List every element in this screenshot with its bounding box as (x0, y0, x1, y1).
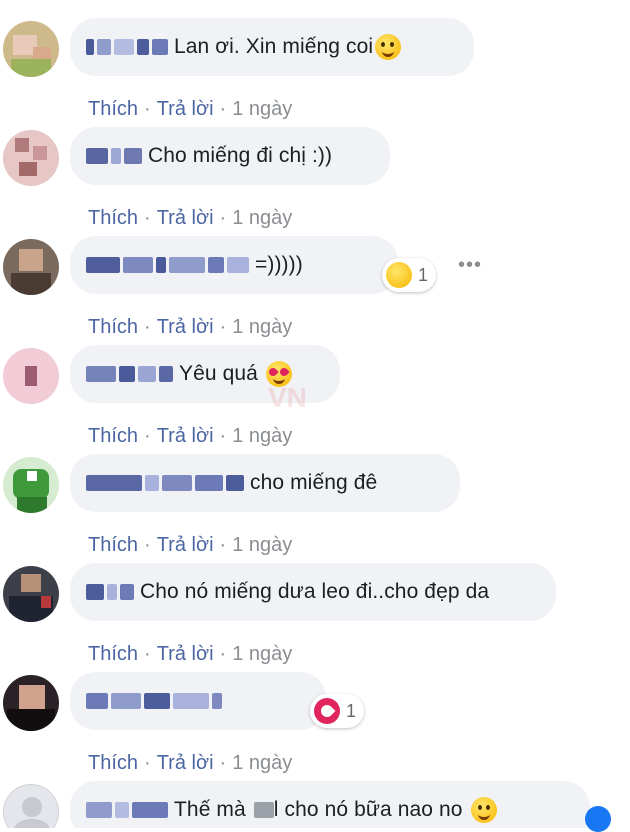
comment-text: Thế mà (174, 798, 246, 821)
comment-text: Cho miếng đi chị :)) (148, 144, 333, 167)
comment-bubble: Lan ơi. Xin miếng coi (70, 18, 474, 76)
comment-actions: Thích · Trả lời · 1 ngày (88, 643, 293, 665)
like-link[interactable]: Thích (88, 752, 138, 774)
comment-bubble (70, 672, 326, 730)
haha-reaction-icon (386, 262, 412, 288)
avatar[interactable] (3, 675, 59, 731)
comment-text: cho miếng đê (250, 471, 378, 494)
avatar[interactable] (3, 784, 59, 828)
watermark-logo: VN (268, 382, 307, 413)
like-link[interactable]: Thích (88, 207, 138, 229)
reply-link[interactable]: Trả lời (157, 425, 214, 447)
comment-2: Cho miếng đi chị :)) Thích · Trả lời · 1 ngà… (0, 127, 630, 236)
avatar[interactable] (3, 21, 59, 77)
reaction-badge[interactable]: 1 (382, 258, 437, 292)
avatar[interactable] (3, 457, 59, 513)
comment-actions: Thích · Trả lời · 1 ngày (88, 316, 293, 338)
avatar[interactable] (3, 566, 59, 622)
avatar[interactable] (3, 239, 59, 295)
comment-text-continued: l cho nó bữa nao no (273, 798, 463, 821)
comment-1: Lan ơi. Xin miếng coi Thích · Trả lời · 1 ng… (0, 18, 630, 127)
comment-bubble: Thế mà l cho nó bữa nao no (70, 781, 590, 828)
more-options-icon[interactable]: ••• (458, 254, 482, 277)
like-link[interactable]: Thích (88, 534, 138, 556)
reply-link[interactable]: Trả lời (157, 643, 214, 665)
comment-actions: Thích · Trả lời · 1 ngày (88, 534, 293, 556)
like-link[interactable]: Thích (88, 98, 138, 120)
like-badge-icon (585, 806, 611, 832)
comment-actions: Thích · Trả lời · 1 ngày (88, 207, 293, 229)
like-link[interactable]: Thích (88, 643, 138, 665)
comment-bubble: =))))) (70, 236, 398, 294)
comment-time[interactable]: 1 ngày (232, 534, 292, 556)
reply-link[interactable]: Trả lời (157, 98, 214, 120)
reply-link[interactable]: Trả lời (157, 207, 214, 229)
comment-time[interactable]: 1 ngày (232, 98, 292, 120)
comment-time[interactable]: 1 ngày (232, 752, 292, 774)
smile-emoji (470, 797, 497, 823)
comment-time[interactable]: 1 ngày (232, 643, 292, 665)
reply-link[interactable]: Trả lời (157, 534, 214, 556)
comment-bubble: Cho miếng đi chị :)) (70, 127, 390, 185)
comment-text: Yêu quá (179, 362, 258, 385)
comment-actions: Thích · Trả lời · 1 ngày (88, 98, 293, 120)
love-reaction-icon (314, 698, 340, 724)
reaction-count: 1 (346, 700, 357, 721)
commenter-name[interactable] (86, 799, 168, 821)
commenter-name[interactable] (86, 254, 249, 276)
avatar[interactable] (3, 348, 59, 404)
like-link[interactable]: Thích (88, 425, 138, 447)
reaction-count: 1 (418, 264, 429, 285)
avatar[interactable] (3, 130, 59, 186)
comment-bubble: cho miếng đê (70, 454, 460, 512)
like-link[interactable]: Thích (88, 316, 138, 338)
comment-3: =))))) 1 ••• Thích · Trả lời · 1 ngày (0, 236, 630, 345)
comment-8: Thế mà l cho nó bữa nao no (0, 781, 630, 828)
comment-5: cho miếng đê Thích · Trả lời · 1 ngày (0, 454, 630, 563)
comment-6: Cho nó miếng dưa leo đi..cho đẹp da Thíc… (0, 563, 630, 672)
commenter-name[interactable] (86, 36, 168, 58)
reply-link[interactable]: Trả lời (157, 316, 214, 338)
comment-time[interactable]: 1 ngày (232, 207, 292, 229)
comment-text: =))))) (255, 253, 303, 276)
comment-bubble: Cho nó miếng dưa leo đi..cho đẹp da (70, 563, 556, 621)
rofl-emoji (375, 34, 402, 60)
commenter-name[interactable] (86, 581, 134, 603)
comment-7: 1 Thích · Trả lời · 1 ngày (0, 672, 630, 781)
redacted-text (253, 799, 274, 821)
comment-actions: Thích · Trả lời · 1 ngày (88, 425, 293, 447)
commenter-name[interactable] (86, 472, 244, 494)
commenter-name[interactable] (86, 145, 142, 167)
reply-link[interactable]: Trả lời (157, 752, 214, 774)
commenter-name[interactable] (86, 363, 173, 385)
comment-time[interactable]: 1 ngày (232, 316, 292, 338)
commenter-name[interactable] (86, 690, 222, 712)
comment-text: Lan ơi. Xin miếng coi (174, 35, 374, 58)
comment-actions: Thích · Trả lời · 1 ngày (88, 752, 293, 774)
comment-text: Cho nó miếng dưa leo đi..cho đẹp da (140, 580, 490, 603)
reaction-badge[interactable]: 1 (310, 694, 365, 728)
